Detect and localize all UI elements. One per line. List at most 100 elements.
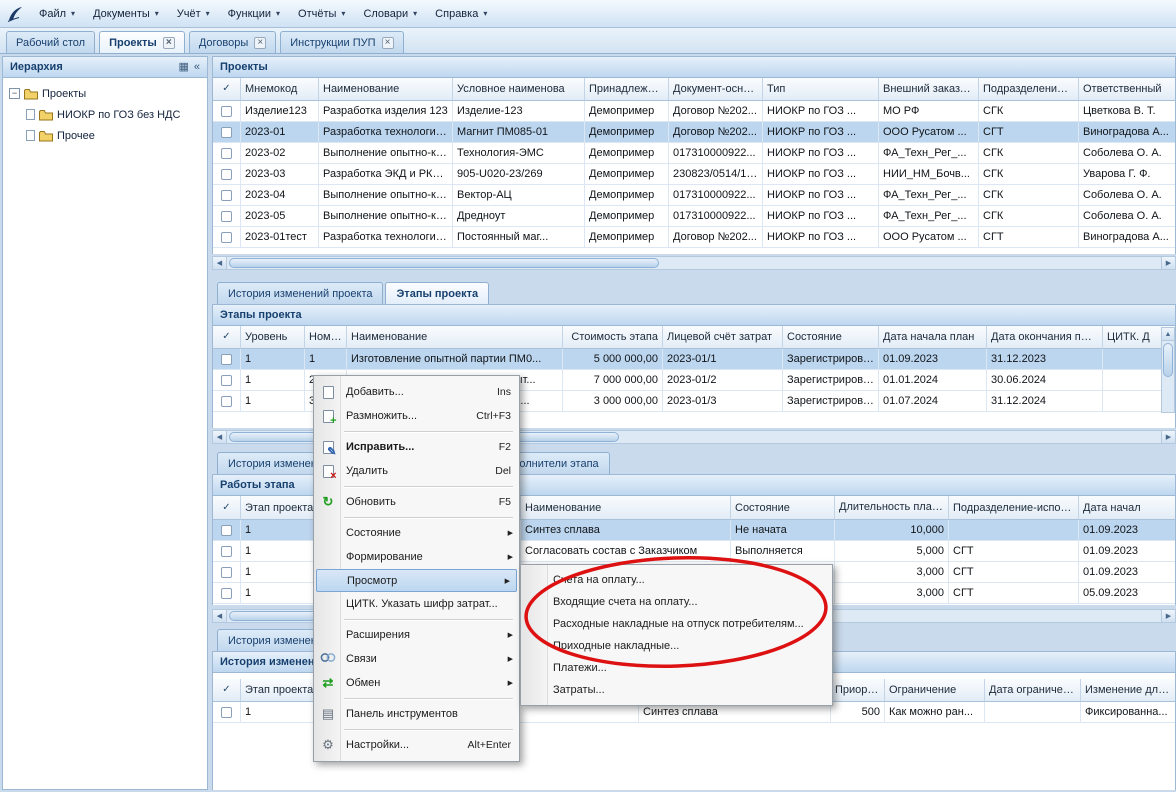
- grid-cell[interactable]: Соболева О. А.: [1079, 206, 1175, 227]
- section-tab[interactable]: История изменений проекта: [217, 282, 383, 304]
- grid-cell[interactable]: 230823/0514/136: [669, 164, 763, 185]
- collapse-sidebar-icon[interactable]: «: [194, 62, 200, 73]
- grid-cell[interactable]: [949, 520, 1079, 541]
- grid-cell[interactable]: 7 000 000,00: [563, 370, 663, 391]
- grid-cell[interactable]: Вектор-АЦ: [453, 185, 585, 206]
- grid-cell[interactable]: Разработка технологии и...: [319, 227, 453, 248]
- grid-cell[interactable]: 2023-01/3: [663, 391, 783, 412]
- grid-cell[interactable]: Выполняется: [731, 541, 835, 562]
- tree-item[interactable]: Прочее: [3, 125, 207, 146]
- grid-cell[interactable]: Выполнение опытно-конс...: [319, 185, 453, 206]
- select-all-header[interactable]: ✓: [213, 326, 241, 349]
- column-header[interactable]: Внешний заказчик: [879, 78, 979, 101]
- grid-cell[interactable]: 2023-05: [241, 206, 319, 227]
- column-header[interactable]: Подразделение-исполнитель..: [949, 496, 1079, 520]
- window-tab[interactable]: Договоры×: [189, 31, 276, 53]
- menubar-item[interactable]: Документы▾: [84, 4, 168, 24]
- grid-cell[interactable]: МО РФ: [879, 101, 979, 122]
- row-checkbox[interactable]: [221, 546, 232, 557]
- grid-cell[interactable]: 01.09.2023: [1079, 541, 1175, 562]
- column-header[interactable]: Изменение длите...: [1081, 679, 1175, 702]
- close-tab-icon[interactable]: ×: [163, 37, 175, 49]
- grid-cell[interactable]: 01.09.2023: [1079, 562, 1175, 583]
- menu-item[interactable]: Входящие счета на оплату...: [521, 591, 832, 613]
- table-row[interactable]: 11Изготовление опытной партии ПМ0...5 00…: [213, 349, 1175, 370]
- grid-cell[interactable]: [985, 702, 1081, 723]
- grid-cell[interactable]: Соболева О. А.: [1079, 185, 1175, 206]
- grid-cell[interactable]: Демопример: [585, 206, 669, 227]
- grid-cell[interactable]: Фиксированна...: [1081, 702, 1175, 723]
- tree-item[interactable]: −Проекты: [3, 83, 207, 104]
- grid-cell[interactable]: 2023-04: [241, 185, 319, 206]
- grid-cell[interactable]: Зарегистрирован: [783, 349, 879, 370]
- grid-cell[interactable]: Выполнение опытно-конс...: [319, 143, 453, 164]
- grid-cell[interactable]: НИОКР по ГОЗ ...: [763, 185, 879, 206]
- grid-cell[interactable]: Виноградова А...: [1079, 122, 1175, 143]
- row-checkbox[interactable]: [221, 211, 232, 222]
- grid-cell[interactable]: Разработка ЭКД и РКД н...: [319, 164, 453, 185]
- scroll-right-icon[interactable]: ▶: [1161, 431, 1175, 443]
- grid-cell[interactable]: 1: [241, 370, 305, 391]
- menubar-item[interactable]: Учёт▾: [168, 4, 219, 24]
- window-tab[interactable]: Инструкции ПУП×: [280, 31, 403, 53]
- column-header[interactable]: Приоритет: [831, 679, 885, 702]
- menu-item[interactable]: Расходные накладные на отпуск потребител…: [521, 613, 832, 635]
- menu-item[interactable]: ↻ОбновитьF5: [314, 490, 519, 514]
- grid-cell[interactable]: СГТ: [949, 541, 1079, 562]
- row-checkbox[interactable]: [221, 354, 232, 365]
- grid-cell[interactable]: Разработка технологии и...: [319, 122, 453, 143]
- window-tab[interactable]: Рабочий стол: [6, 31, 95, 53]
- menu-item[interactable]: Платежи...: [521, 657, 832, 679]
- column-header[interactable]: Документ-основан: [669, 78, 763, 101]
- grid-cell[interactable]: 2023-01/2: [663, 370, 783, 391]
- table-row[interactable]: 2023-04Выполнение опытно-конс...Вектор-А…: [213, 185, 1175, 206]
- scrollbar-track[interactable]: [227, 258, 1161, 268]
- grid-cell[interactable]: НИОКР по ГОЗ ...: [763, 227, 879, 248]
- grid-cell[interactable]: СГТ: [949, 583, 1079, 604]
- column-header[interactable]: Стоимость этапа: [563, 326, 663, 349]
- grid-cell[interactable]: 30.06.2024: [987, 370, 1103, 391]
- menu-item[interactable]: ЦИТК. Указать шифр затрат...: [314, 592, 519, 616]
- grid-cell[interactable]: Уварова Г. Ф.: [1079, 164, 1175, 185]
- grid-cell[interactable]: 2023-01/1: [663, 349, 783, 370]
- grid-cell[interactable]: 31.12.2023: [987, 349, 1103, 370]
- scroll-up-icon[interactable]: ▲: [1162, 328, 1174, 341]
- column-header[interactable]: Дата начала план: [879, 326, 987, 349]
- table-row[interactable]: 2023-01Разработка технологии и...Магнит …: [213, 122, 1175, 143]
- grid-cell[interactable]: 905-U020-23/269: [453, 164, 585, 185]
- window-tab[interactable]: Проекты×: [99, 31, 185, 53]
- column-header[interactable]: Ответственный: [1079, 78, 1175, 101]
- column-header[interactable]: Принадлежность: [585, 78, 669, 101]
- menu-item[interactable]: ⇄Обмен▶: [314, 671, 519, 695]
- row-checkbox[interactable]: [221, 707, 232, 718]
- grid-cell[interactable]: Виноградова А...: [1079, 227, 1175, 248]
- grid-cell[interactable]: ООО Русатом ...: [879, 227, 979, 248]
- column-header[interactable]: Наименование: [319, 78, 453, 101]
- grid-cell[interactable]: ФА_Техн_Рег_...: [879, 143, 979, 164]
- grid-cell[interactable]: Соболева О. А.: [1079, 143, 1175, 164]
- scroll-right-icon[interactable]: ▶: [1161, 257, 1175, 269]
- grid-cell[interactable]: Постоянный маг...: [453, 227, 585, 248]
- grid-cell[interactable]: СГК: [979, 185, 1079, 206]
- grid-cell[interactable]: 5 000 000,00: [563, 349, 663, 370]
- row-checkbox[interactable]: [221, 232, 232, 243]
- row-checkbox[interactable]: [221, 375, 232, 386]
- grid-cell[interactable]: Демопример: [585, 143, 669, 164]
- grid-cell[interactable]: Согласовать состав с Заказчиком: [521, 541, 731, 562]
- scroll-left-icon[interactable]: ◀: [213, 610, 227, 622]
- scroll-right-icon[interactable]: ▶: [1161, 610, 1175, 622]
- column-header[interactable]: Состояние: [731, 496, 835, 520]
- column-header[interactable]: Подразделение-от: [979, 78, 1079, 101]
- menu-item[interactable]: ✎Исправить...F2: [314, 435, 519, 459]
- grid-cell[interactable]: 2023-02: [241, 143, 319, 164]
- grid-cell[interactable]: Выполнение опытно-конс...: [319, 206, 453, 227]
- table-row[interactable]: 2023-02Выполнение опытно-конс...Технолог…: [213, 143, 1175, 164]
- menu-item[interactable]: ⚙Настройки...Alt+Enter: [314, 733, 519, 757]
- grid-cell[interactable]: НИОКР по ГОЗ ...: [763, 122, 879, 143]
- grid-cell[interactable]: 01.01.2024: [879, 370, 987, 391]
- grid-cell[interactable]: 05.09.2023: [1079, 583, 1175, 604]
- tree-item[interactable]: НИОКР по ГОЗ без НДС: [3, 104, 207, 125]
- table-row[interactable]: 2023-03Разработка ЭКД и РКД н...905-U020…: [213, 164, 1175, 185]
- row-checkbox[interactable]: [221, 148, 232, 159]
- grid-cell[interactable]: 017310000922...: [669, 143, 763, 164]
